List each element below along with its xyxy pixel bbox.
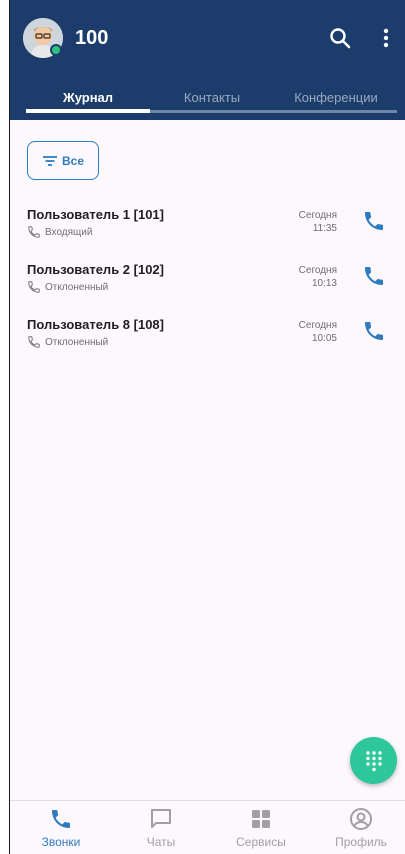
more-vertical-icon[interactable] bbox=[380, 26, 392, 50]
filter-all-button[interactable]: Все bbox=[27, 141, 99, 180]
grid-icon bbox=[252, 810, 270, 828]
call-type-label: Отклоненный bbox=[45, 336, 109, 348]
nav-services-label: Сервисы bbox=[236, 835, 286, 849]
phone-outline-icon bbox=[28, 281, 40, 293]
call-type-label: Отклоненный bbox=[45, 281, 109, 293]
phone-outline-icon bbox=[28, 336, 40, 348]
nav-services[interactable]: Сервисы bbox=[221, 807, 301, 849]
search-icon[interactable] bbox=[328, 26, 352, 50]
nav-profile[interactable]: Профиль bbox=[321, 807, 401, 849]
nav-chats-label: Чаты bbox=[146, 835, 176, 849]
filter-label: Все bbox=[61, 153, 84, 168]
active-tab-indicator bbox=[26, 109, 150, 113]
call-time: 11:35 bbox=[312, 223, 337, 234]
call-type-label: Входящий bbox=[45, 226, 93, 238]
call-date: Сегодня bbox=[298, 320, 337, 331]
tab-conferences[interactable]: Конференции bbox=[274, 82, 398, 112]
call-time: 10:13 bbox=[311, 278, 337, 289]
caller-name: Пользователь 2 [102] bbox=[27, 262, 164, 277]
online-status-dot bbox=[50, 44, 62, 56]
call-list-item[interactable]: Пользователь 2 [102] Отклоненный Сегодня… bbox=[10, 262, 405, 312]
phone-icon bbox=[52, 810, 70, 828]
tab-contacts[interactable]: Контакты bbox=[150, 82, 274, 112]
call-list-item[interactable]: Пользователь 1 [101] Входящий Сегодня 11… bbox=[10, 207, 405, 257]
nav-calls[interactable]: Звонки bbox=[21, 807, 101, 849]
tab-journal[interactable]: Журнал bbox=[26, 82, 150, 112]
call-type: Отклоненный bbox=[27, 335, 108, 349]
tab-bar: Журнал Контакты Конференции bbox=[10, 82, 405, 114]
call-list-item[interactable]: Пользователь 8 [108] Отклоненный Сегодня… bbox=[10, 317, 405, 367]
call-back-icon[interactable] bbox=[362, 209, 386, 233]
app-header: 100 Журнал Контакты Конференции bbox=[10, 0, 405, 120]
filter-icon bbox=[42, 155, 57, 166]
dialpad-button[interactable] bbox=[350, 737, 397, 784]
call-back-icon[interactable] bbox=[362, 319, 386, 343]
app-screen: 100 Журнал Контакты Конференции Все Поль… bbox=[10, 0, 405, 854]
call-type: Отклоненный bbox=[27, 280, 108, 294]
call-time: 10:05 bbox=[311, 333, 337, 344]
caller-name: Пользователь 1 [101] bbox=[27, 207, 164, 222]
dialpad-icon bbox=[365, 750, 382, 771]
nav-profile-label: Профиль bbox=[335, 835, 387, 849]
nav-calls-label: Звонки bbox=[41, 835, 81, 849]
nav-chats[interactable]: Чаты bbox=[121, 807, 201, 849]
call-date: Сегодня bbox=[298, 265, 337, 276]
profile-icon bbox=[350, 808, 372, 830]
call-date: Сегодня bbox=[298, 210, 337, 221]
chat-icon bbox=[151, 809, 171, 828]
call-type: Входящий bbox=[27, 225, 92, 239]
bottom-navigation: Звонки Чаты Сервисы Профиль bbox=[10, 800, 405, 854]
phone-outline-icon bbox=[28, 226, 40, 238]
caller-name: Пользователь 8 [108] bbox=[27, 317, 164, 332]
extension-number: 100 bbox=[75, 27, 109, 49]
call-back-icon[interactable] bbox=[362, 264, 386, 288]
